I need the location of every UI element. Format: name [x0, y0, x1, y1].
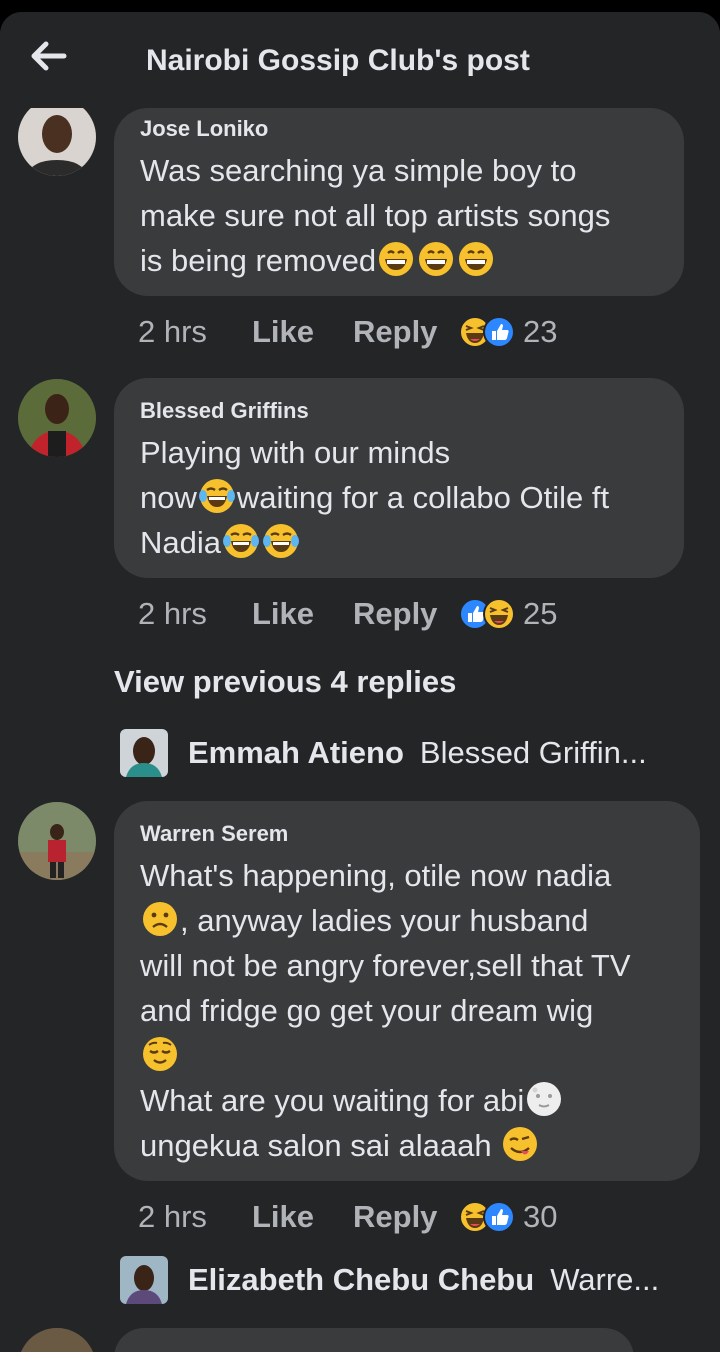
- reaction-count: 30: [523, 1199, 558, 1234]
- like-reaction-icon: [483, 1201, 515, 1233]
- avatar[interactable]: [18, 802, 96, 880]
- reaction-count: 25: [523, 596, 558, 631]
- comment-bubble[interactable]: [114, 1328, 634, 1352]
- comment-bubble[interactable]: Jose Loniko Was searching ya simple boy …: [114, 108, 684, 296]
- reply-button[interactable]: Reply: [353, 596, 459, 632]
- view-previous-replies-link[interactable]: View previous 4 replies: [114, 664, 456, 700]
- comment-text: Playing with our minds now waiting for a …: [140, 435, 610, 560]
- back-arrow-icon[interactable]: [26, 38, 70, 74]
- grinning-emoji-icon: [378, 241, 415, 277]
- reply-text: Warre...: [550, 1262, 660, 1297]
- tears-of-joy-emoji-icon: [198, 478, 235, 514]
- yum-emoji-icon: [502, 1126, 539, 1162]
- reply-preview[interactable]: Elizabeth Chebu Chebu Warre...: [120, 1255, 659, 1305]
- like-button[interactable]: Like: [252, 314, 353, 350]
- comment-time: 2 hrs: [138, 1199, 207, 1234]
- reply-button[interactable]: Reply: [353, 1199, 459, 1235]
- reaction-summary[interactable]: 23: [459, 314, 557, 350]
- frowning-emoji-icon: [142, 901, 178, 937]
- reply-button[interactable]: Reply: [353, 314, 459, 350]
- comment-actions: 2 hrs Like Reply 30: [138, 1197, 557, 1237]
- page-title: Nairobi Gossip Club's post: [146, 44, 530, 77]
- comment-actions: 2 hrs Like Reply 23: [138, 312, 557, 352]
- reply-preview[interactable]: Emmah Atieno Blessed Griffin...: [120, 728, 647, 778]
- comment-text: What's happening, otile now nadia , anyw…: [140, 858, 631, 1163]
- comment-time: 2 hrs: [138, 596, 207, 631]
- reply-text: Blessed Griffin...: [419, 735, 647, 770]
- reaction-summary[interactable]: 30: [459, 1199, 557, 1235]
- comment-author[interactable]: Blessed Griffins: [140, 398, 658, 424]
- avatar[interactable]: [18, 379, 96, 457]
- reaction-count: 23: [523, 314, 558, 349]
- grinning-emoji-icon: [418, 241, 455, 277]
- header: Nairobi Gossip Club's post: [0, 12, 720, 108]
- comment-author[interactable]: Jose Loniko: [140, 116, 658, 142]
- avatar: [120, 729, 168, 777]
- reply-author: Emmah Atieno: [188, 735, 404, 770]
- comment-actions: 2 hrs Like Reply 25: [138, 594, 557, 634]
- like-button[interactable]: Like: [252, 1199, 353, 1235]
- comment-text: Was searching ya simple boy to make sure…: [140, 153, 611, 278]
- tears-of-joy-emoji-icon: [223, 523, 259, 559]
- like-button[interactable]: Like: [252, 596, 353, 632]
- comment-author[interactable]: Warren Serem: [140, 821, 674, 847]
- moon-face-emoji-icon: [526, 1081, 563, 1117]
- comment-bubble[interactable]: Blessed Griffins Playing with our minds …: [114, 378, 684, 578]
- post-comments-sheet: Nairobi Gossip Club's post Jose Loniko W…: [0, 12, 720, 1352]
- reply-author: Elizabeth Chebu Chebu: [188, 1262, 535, 1297]
- avatar[interactable]: [18, 1328, 96, 1352]
- grinning-emoji-icon: [458, 241, 495, 277]
- avatar: [120, 1256, 168, 1304]
- relieved-emoji-icon: [142, 1036, 178, 1072]
- tears-of-joy-emoji-icon: [263, 523, 299, 559]
- like-reaction-icon: [483, 316, 515, 348]
- avatar[interactable]: [18, 98, 96, 176]
- comment-bubble[interactable]: Warren Serem What's happening, otile now…: [114, 801, 700, 1181]
- comment-time: 2 hrs: [138, 314, 207, 349]
- haha-reaction-icon: [483, 598, 515, 630]
- reaction-summary[interactable]: 25: [459, 596, 557, 632]
